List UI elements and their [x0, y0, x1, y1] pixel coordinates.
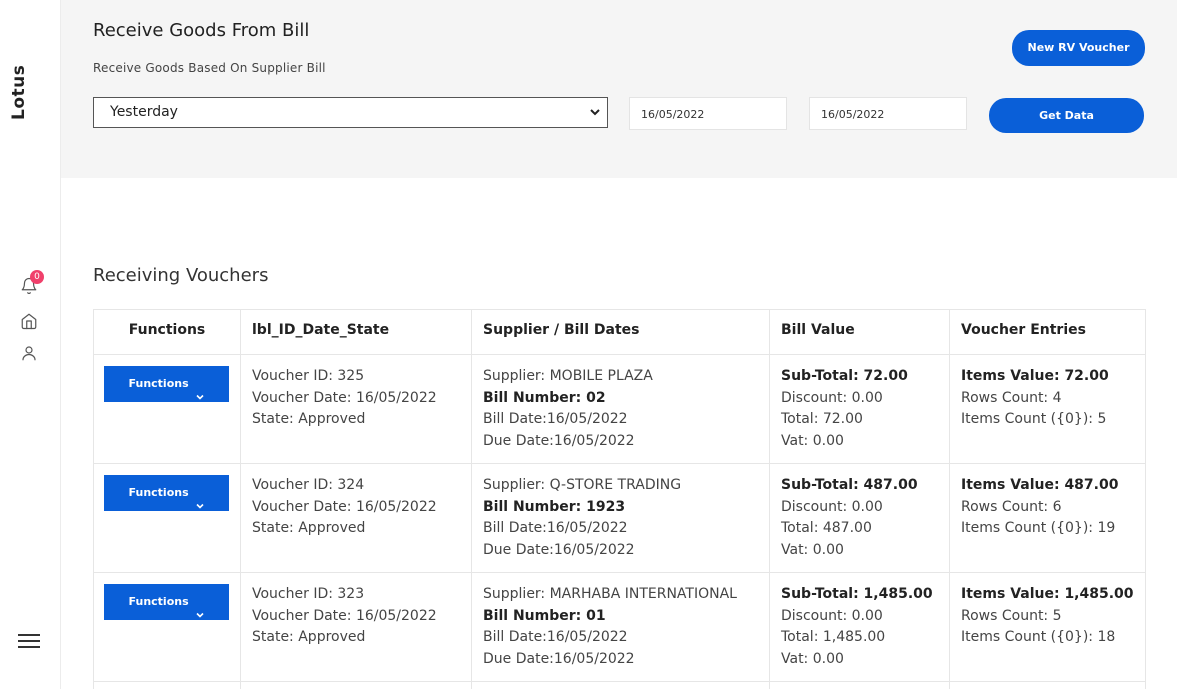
section-title: Receiving Vouchers — [93, 265, 269, 286]
bill-number: Bill Number: 01 — [483, 607, 606, 624]
rows-count: Rows Count: 5 — [961, 607, 1062, 624]
items-value: Items Value: 1,485.00 — [961, 586, 1134, 602]
due-date: Due Date:16/05/2022 — [483, 541, 635, 558]
page-header: Receive Goods From Bill Receive Goods Ba… — [61, 0, 1177, 178]
items-count: Items Count ({0}): 5 — [961, 411, 1107, 427]
vat: Vat: 0.00 — [781, 432, 844, 449]
discount: Discount: 0.00 — [781, 498, 883, 515]
voucher-id: Voucher ID: 323 — [252, 586, 365, 602]
total: Total: 1,485.00 — [781, 629, 886, 645]
get-data-button[interactable]: Get Data — [989, 98, 1144, 133]
column-header-supplier: Supplier / Bill Dates — [471, 309, 770, 355]
column-header-functions: Functions — [93, 309, 241, 355]
voucher-state: State: Approved — [252, 411, 366, 427]
table-row: Functions Voucher ID: 325 Voucher Date: … — [93, 354, 1146, 464]
chevron-down-icon — [196, 489, 205, 509]
items-value: Items Value: 487.00 — [961, 477, 1119, 493]
bill-number: Bill Number: 1923 — [483, 498, 626, 515]
discount: Discount: 0.00 — [781, 389, 883, 406]
due-date: Due Date:16/05/2022 — [483, 650, 635, 667]
column-header-bill-value: Bill Value — [769, 309, 950, 355]
column-header-voucher-entries: Voucher Entries — [949, 309, 1146, 355]
page-title: Receive Goods From Bill — [93, 20, 310, 41]
chevron-down-icon — [196, 380, 205, 400]
voucher-date: Voucher Date: 16/05/2022 — [252, 498, 437, 515]
table-row — [93, 681, 1146, 689]
table-row: Functions Voucher ID: 324 Voucher Date: … — [93, 463, 1146, 573]
vat: Vat: 0.00 — [781, 541, 844, 558]
sub-total: Sub-Total: 72.00 — [781, 368, 908, 384]
functions-dropdown-button[interactable]: Functions — [104, 475, 229, 511]
total: Total: 487.00 — [781, 520, 872, 536]
voucher-state: State: Approved — [252, 629, 366, 645]
chevron-down-icon — [196, 598, 205, 618]
page-subtitle: Receive Goods Based On Supplier Bill — [93, 61, 326, 75]
bill-date: Bill Date:16/05/2022 — [483, 411, 628, 427]
bill-date: Bill Date:16/05/2022 — [483, 629, 628, 645]
column-header-id-date-state: lbl_ID_Date_State — [240, 309, 472, 355]
due-date: Due Date:16/05/2022 — [483, 432, 635, 449]
voucher-id: Voucher ID: 324 — [252, 477, 365, 493]
discount: Discount: 0.00 — [781, 607, 883, 624]
date-range-select[interactable]: Yesterday — [93, 97, 608, 128]
date-from-input[interactable]: 16/05/2022 — [629, 97, 787, 130]
supplier-name: Supplier: MOBILE PLAZA — [483, 368, 653, 384]
home-icon[interactable] — [20, 312, 38, 330]
user-icon[interactable] — [20, 344, 38, 362]
vouchers-table: Functions lbl_ID_Date_State Supplier / B… — [93, 309, 1146, 689]
supplier-name: Supplier: MARHABA INTERNATIONAL — [483, 586, 737, 602]
new-rv-voucher-button[interactable]: New RV Voucher — [1012, 30, 1145, 66]
items-count: Items Count ({0}): 18 — [961, 629, 1116, 645]
supplier-name: Supplier: Q-STORE TRADING — [483, 477, 682, 493]
chevron-down-icon — [589, 106, 601, 118]
date-to-input[interactable]: 16/05/2022 — [809, 97, 967, 130]
functions-dropdown-button[interactable]: Functions — [104, 584, 229, 620]
sidebar: Lotus 0 — [0, 0, 61, 689]
notification-badge: 0 — [30, 270, 44, 284]
sub-total: Sub-Total: 487.00 — [781, 477, 918, 493]
items-count: Items Count ({0}): 19 — [961, 520, 1116, 536]
brand-logo[interactable]: Lotus — [9, 65, 29, 120]
menu-icon[interactable] — [18, 634, 40, 648]
rows-count: Rows Count: 4 — [961, 389, 1062, 406]
bill-date: Bill Date:16/05/2022 — [483, 520, 628, 536]
sub-total: Sub-Total: 1,485.00 — [781, 586, 933, 602]
voucher-state: State: Approved — [252, 520, 366, 536]
table-row: Functions Voucher ID: 323 Voucher Date: … — [93, 572, 1146, 682]
items-value: Items Value: 72.00 — [961, 368, 1109, 384]
table-header-row: Functions lbl_ID_Date_State Supplier / B… — [93, 309, 1146, 355]
voucher-id: Voucher ID: 325 — [252, 368, 365, 384]
total: Total: 72.00 — [781, 411, 863, 427]
functions-dropdown-button[interactable]: Functions — [104, 366, 229, 402]
vat: Vat: 0.00 — [781, 650, 844, 667]
voucher-date: Voucher Date: 16/05/2022 — [252, 607, 437, 624]
bill-number: Bill Number: 02 — [483, 389, 606, 406]
voucher-date: Voucher Date: 16/05/2022 — [252, 389, 437, 406]
date-range-value: Yesterday — [110, 104, 178, 120]
rows-count: Rows Count: 6 — [961, 498, 1062, 515]
